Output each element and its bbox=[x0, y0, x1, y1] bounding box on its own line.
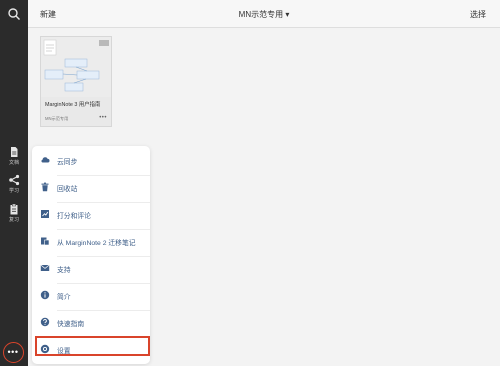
sidebar-item-documents[interactable]: 文档 bbox=[0, 146, 28, 166]
more-icon: ••• bbox=[7, 347, 19, 357]
left-sidebar: 文档 学习 复习 ••• bbox=[0, 0, 28, 366]
clipboard-icon bbox=[10, 203, 18, 215]
menu-item-label: 支持 bbox=[57, 267, 71, 274]
import-icon bbox=[41, 237, 50, 246]
notebook-more-icon[interactable]: ••• bbox=[99, 115, 107, 121]
notebook-title: MarginNote 3 用户指南 bbox=[45, 102, 101, 108]
settings-highlight-box bbox=[35, 336, 150, 356]
sidebar-item-label: 复习 bbox=[8, 217, 19, 223]
menu-item-label: 回收站 bbox=[57, 186, 78, 193]
select-button[interactable]: 选择 bbox=[470, 9, 486, 20]
rating-icon bbox=[41, 210, 49, 218]
menu-item-trash[interactable]: 回收站 bbox=[32, 173, 150, 202]
sidebar-item-label: 文档 bbox=[8, 160, 19, 166]
sidebar-item-review[interactable]: 复习 bbox=[0, 203, 28, 223]
menu-item-about[interactable]: 简介 bbox=[32, 281, 150, 310]
menu-item-rate-review[interactable]: 打分和评论 bbox=[32, 200, 150, 229]
menu-item-label: 简介 bbox=[57, 294, 71, 301]
sidebar-item-study[interactable]: 学习 bbox=[0, 174, 28, 194]
more-button[interactable]: ••• bbox=[3, 342, 24, 363]
mail-icon bbox=[40, 264, 50, 271]
menu-item-label: 快速指南 bbox=[57, 321, 85, 328]
top-bar: 新建 MN示范专用 ▾ 选择 bbox=[28, 0, 500, 28]
menu-item-label: 从 MarginNote 2 迁移笔记 bbox=[57, 240, 136, 247]
mindmap-icon bbox=[9, 174, 20, 186]
info-icon bbox=[40, 290, 50, 300]
sidebar-item-label: 学习 bbox=[8, 188, 19, 194]
document-icon bbox=[11, 147, 18, 157]
more-menu: 云同步 回收站 打分和评论 从 MarginNote 2 迁移笔记 支持 简介 … bbox=[32, 146, 150, 364]
menu-item-label: 云同步 bbox=[57, 159, 78, 166]
menu-item-migrate-notes[interactable]: 从 MarginNote 2 迁移笔记 bbox=[32, 227, 150, 256]
menu-item-support[interactable]: 支持 bbox=[32, 254, 150, 283]
help-icon bbox=[40, 317, 50, 327]
cloud-icon bbox=[41, 157, 50, 163]
menu-item-cloud-sync[interactable]: 云同步 bbox=[32, 146, 150, 175]
notebook-subtitle: MN示范专用 bbox=[45, 116, 69, 121]
menu-item-label: 打分和评论 bbox=[57, 213, 91, 220]
search-icon[interactable] bbox=[7, 7, 21, 21]
notebook-selector[interactable]: MN示范专用 ▾ bbox=[28, 9, 500, 20]
notebook-card[interactable]: MarginNote 3 用户指南 MN示范专用 ••• bbox=[40, 36, 112, 127]
notebook-thumbnail bbox=[41, 37, 111, 97]
menu-item-quick-guide[interactable]: 快速指南 bbox=[32, 308, 150, 337]
trash-icon bbox=[41, 182, 49, 192]
